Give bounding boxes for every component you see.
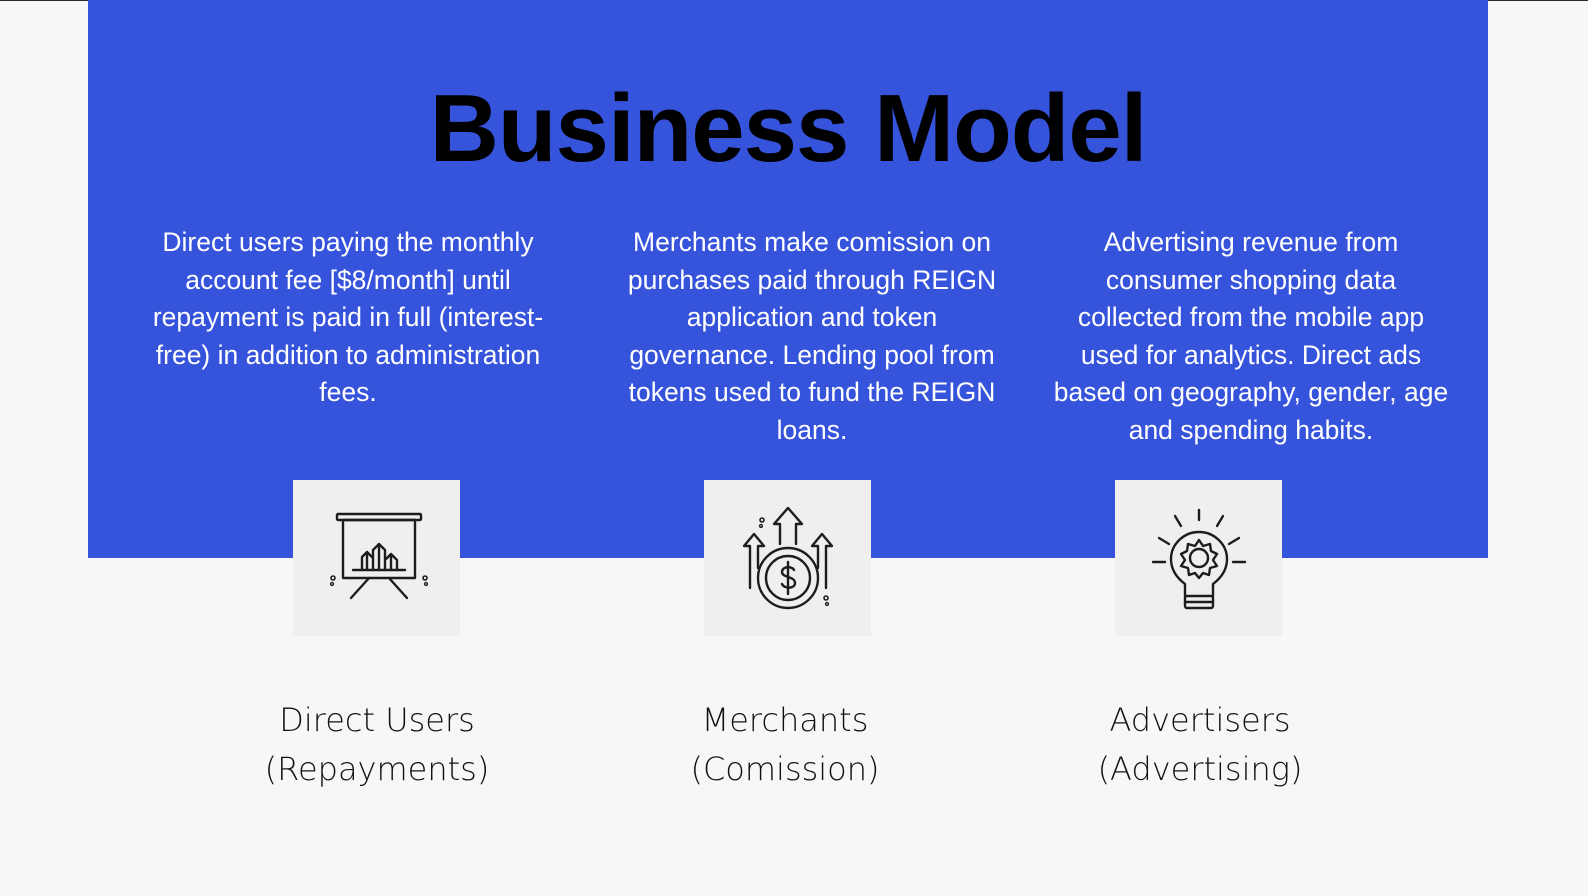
merchants-label-line2: (Comission) <box>690 750 880 788</box>
merchants-icon-box <box>704 480 871 636</box>
advertisers-label-line1: Advertisers <box>1109 701 1291 739</box>
dollar-coin-growth-icon <box>742 506 833 610</box>
lightbulb-gear-icon <box>1151 508 1246 610</box>
direct-users-description: Direct users paying the monthly account … <box>152 227 544 407</box>
page-title: Business Model <box>429 75 1148 182</box>
direct-users-icon-box <box>293 480 460 636</box>
direct-users-label-line1: Direct Users <box>279 701 475 739</box>
presentation-chart-icon <box>329 512 428 600</box>
merchants-label-line1: Merchants <box>701 701 869 739</box>
advertisers-label: Advertisers (Advertising) <box>1050 696 1350 794</box>
advertisers-description: Advertising revenue from consumer shoppi… <box>1053 227 1449 445</box>
direct-users-label: Direct Users (Repayments) <box>227 696 527 794</box>
advertisers-icon-box <box>1115 480 1282 636</box>
merchants-label: Merchants (Comission) <box>635 696 935 794</box>
direct-users-label-line2: (Repayments) <box>264 750 490 788</box>
advertisers-label-line2: (Advertising) <box>1097 750 1303 788</box>
merchants-description: Merchants make comission on purchases pa… <box>627 227 997 445</box>
